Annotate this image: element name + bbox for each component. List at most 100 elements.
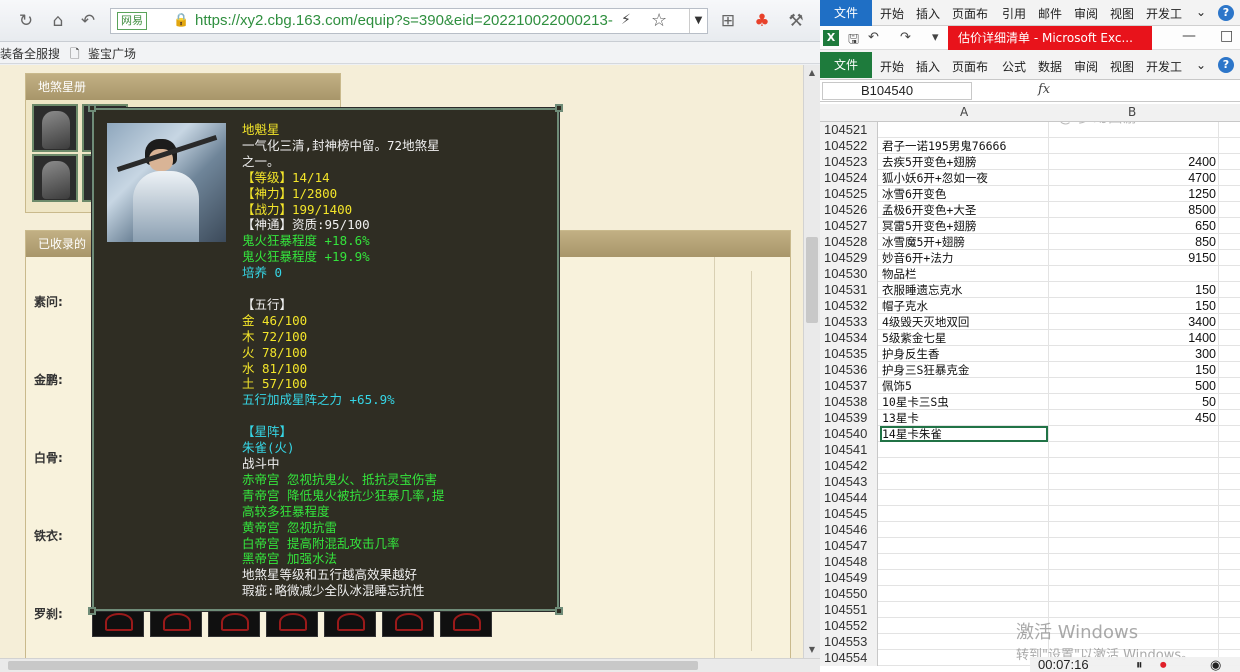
row-number[interactable]: 104540 — [820, 426, 878, 442]
row-number[interactable]: 104545 — [820, 506, 878, 522]
row-number[interactable]: 104538 — [820, 394, 878, 410]
tab-page-layout[interactable]: 页面布 — [952, 5, 988, 22]
cell-a[interactable]: 4级毁天灭地双回 — [880, 314, 1048, 330]
cell-b[interactable] — [1048, 506, 1218, 522]
cell-b[interactable] — [1048, 426, 1218, 442]
tab-review[interactable]: 审阅 — [1074, 58, 1098, 75]
row-number[interactable]: 104528 — [820, 234, 878, 250]
cell-a[interactable] — [880, 442, 1048, 458]
row-number[interactable]: 104533 — [820, 314, 878, 330]
cell-c[interactable] — [1218, 602, 1240, 618]
save-icon[interactable]: 🖫 — [848, 30, 859, 52]
column-header[interactable]: A — [960, 105, 968, 119]
cell-b[interactable]: 4700 — [1048, 170, 1218, 186]
cell-c[interactable] — [1218, 458, 1240, 474]
cell-b[interactable]: 150 — [1048, 298, 1218, 314]
worksheet-grid[interactable]: 104521 104522 君子一诺195男鬼76666 104523 去疾5开变色+翅… — [820, 122, 1240, 672]
bookmark-item[interactable]: 装备全服搜 — [0, 45, 60, 62]
table-row[interactable]: 104549 — [820, 570, 1240, 586]
cell-a[interactable]: 冥雷5开变色+翅膀 — [880, 218, 1048, 234]
cell-a[interactable]: 妙音6开+法力 — [880, 250, 1048, 266]
cell-c[interactable] — [1218, 586, 1240, 602]
cell-c[interactable] — [1218, 634, 1240, 650]
row-number[interactable]: 104542 — [820, 458, 878, 474]
table-row[interactable]: 104540 14星卡朱雀 — [820, 426, 1240, 442]
cell-b[interactable]: 2400 — [1048, 154, 1218, 170]
cell-b[interactable] — [1048, 586, 1218, 602]
row-number[interactable]: 104543 — [820, 474, 878, 490]
table-row[interactable]: 104544 — [820, 490, 1240, 506]
column-header[interactable]: B — [1128, 105, 1136, 119]
help-icon[interactable]: ? — [1218, 5, 1234, 21]
cell-b[interactable] — [1048, 538, 1218, 554]
cell-b[interactable]: 500 — [1048, 378, 1218, 394]
cell-a[interactable] — [880, 506, 1048, 522]
cell-c[interactable] — [1218, 250, 1240, 266]
cell-b[interactable]: 50 — [1048, 394, 1218, 410]
cell-a[interactable] — [880, 122, 1048, 138]
tab-developer[interactable]: 开发工 — [1146, 5, 1182, 22]
row-number[interactable]: 104536 — [820, 362, 878, 378]
scroll-thumb[interactable] — [8, 661, 698, 670]
row-number[interactable]: 104554 — [820, 650, 878, 666]
maximize-icon[interactable]: □ — [1220, 28, 1233, 44]
cell-a[interactable]: 14星卡朱雀 — [880, 426, 1048, 442]
cell-c[interactable] — [1218, 154, 1240, 170]
table-row[interactable]: 104543 — [820, 474, 1240, 490]
fx-icon[interactable]: fx — [1038, 82, 1050, 97]
cell-c[interactable] — [1218, 346, 1240, 362]
tab-view[interactable]: 视图 — [1110, 58, 1134, 75]
chevron-down-icon[interactable]: ▼ — [689, 9, 707, 33]
table-row[interactable]: 104534 5级紫金七星 1400 — [820, 330, 1240, 346]
table-row[interactable]: 104542 — [820, 458, 1240, 474]
table-row[interactable]: 104521 — [820, 122, 1240, 138]
cell-a[interactable] — [880, 570, 1048, 586]
table-row[interactable]: 104531 衣服睡遗忘克水 150 — [820, 282, 1240, 298]
cell-b[interactable] — [1048, 458, 1218, 474]
cell-c[interactable] — [1218, 186, 1240, 202]
cell-b[interactable]: 150 — [1048, 362, 1218, 378]
tab-mailings[interactable]: 邮件 — [1038, 5, 1062, 22]
table-row[interactable]: 104537 佩饰5 500 — [820, 378, 1240, 394]
table-row[interactable]: 104527 冥雷5开变色+翅膀 650 — [820, 218, 1240, 234]
cell-a[interactable]: 13星卡 — [880, 410, 1048, 426]
cell-c[interactable] — [1218, 298, 1240, 314]
cell-a[interactable] — [880, 554, 1048, 570]
cell-c[interactable] — [1218, 234, 1240, 250]
cell-a[interactable]: 帽子克水 — [880, 298, 1048, 314]
cell-c[interactable] — [1218, 170, 1240, 186]
cell-c[interactable] — [1218, 394, 1240, 410]
cell-b[interactable]: 850 — [1048, 234, 1218, 250]
vertical-scrollbar[interactable]: ▲ ▼ — [803, 65, 820, 658]
row-number[interactable]: 104531 — [820, 282, 878, 298]
tab-insert[interactable]: 插入 — [916, 58, 940, 75]
camera-icon[interactable]: ◉ — [1210, 657, 1221, 672]
cell-a[interactable]: 佩饰5 — [880, 378, 1048, 394]
cell-c[interactable] — [1218, 410, 1240, 426]
cell-b[interactable]: 300 — [1048, 346, 1218, 362]
tab-home[interactable]: 开始 — [880, 58, 904, 75]
cell-c[interactable] — [1218, 314, 1240, 330]
url-text[interactable]: https://xy2.cbg.163.com/equip?s=390&eid=… — [195, 12, 613, 29]
bookmark-item[interactable]: 鉴宝广场 — [88, 45, 136, 62]
table-row[interactable]: 104536 护身三S狂暴克金 150 — [820, 362, 1240, 378]
scroll-down-icon[interactable]: ▼ — [804, 642, 820, 658]
cell-a[interactable]: 君子一诺195男鬼76666 — [880, 138, 1048, 154]
tab-home[interactable]: 开始 — [880, 5, 904, 22]
row-number[interactable]: 104553 — [820, 634, 878, 650]
cell-a[interactable]: 衣服睡遗忘克水 — [880, 282, 1048, 298]
cell-b[interactable]: 1250 — [1048, 186, 1218, 202]
stop-icon[interactable]: ⏺ — [1160, 657, 1167, 672]
refresh-icon[interactable]: ↻ — [16, 11, 36, 31]
row-number[interactable]: 104547 — [820, 538, 878, 554]
cell-a[interactable]: 护身三S狂暴克金 — [880, 362, 1048, 378]
minimize-icon[interactable]: — — [1182, 28, 1196, 44]
cell-b[interactable] — [1048, 554, 1218, 570]
cell-c[interactable] — [1218, 266, 1240, 282]
tab-file[interactable]: 文件 — [820, 0, 872, 26]
row-number[interactable]: 104549 — [820, 570, 878, 586]
tab-insert[interactable]: 插入 — [916, 5, 940, 22]
table-row[interactable]: 104528 冰雪魔5开+翅膀 850 — [820, 234, 1240, 250]
table-row[interactable]: 104530 物品栏 — [820, 266, 1240, 282]
cell-b[interactable] — [1048, 570, 1218, 586]
